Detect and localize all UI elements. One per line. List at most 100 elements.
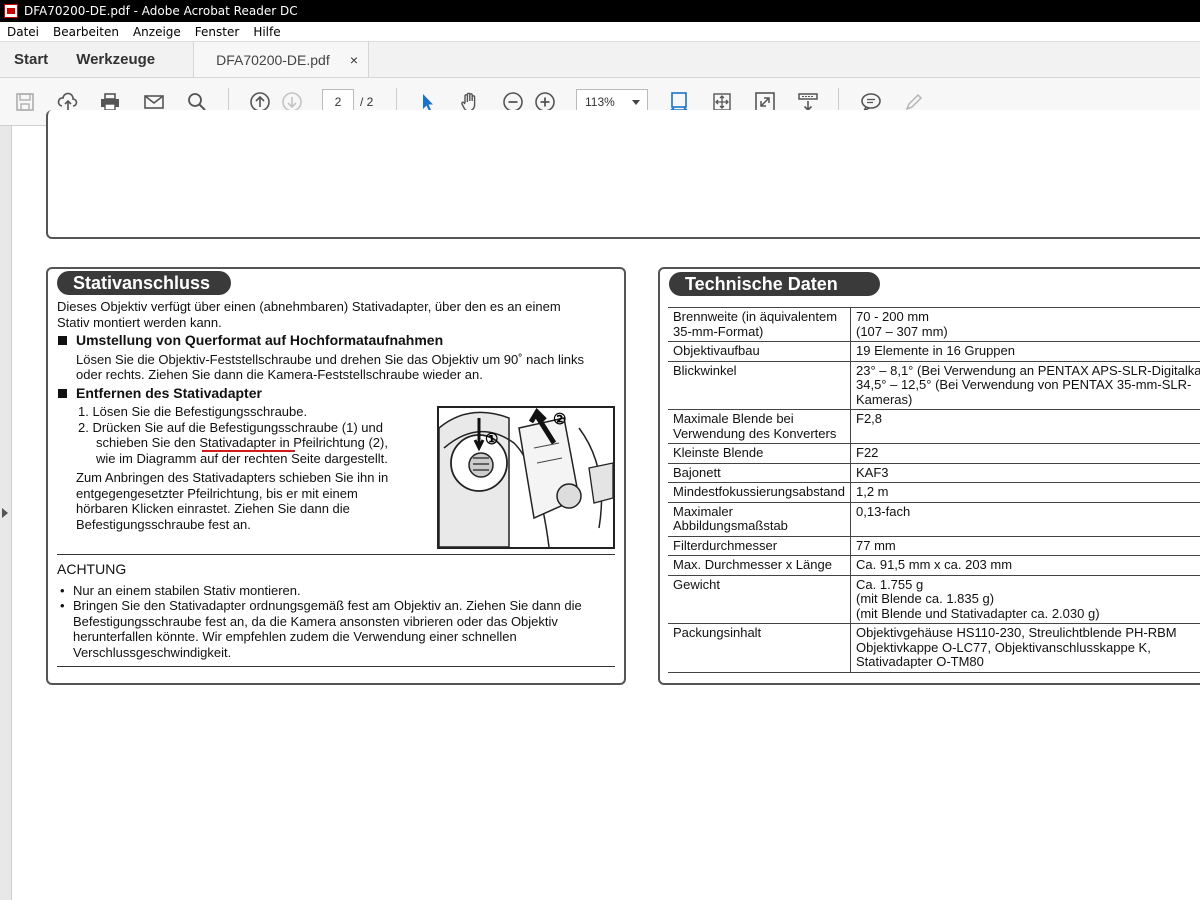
spec-value: 23° – 8,1° (Bei Verwendung an PENTAX APS… xyxy=(850,360,1200,410)
spec-row: Packungsinhalt Objektivgehäuse HS110-230,… xyxy=(668,623,1200,673)
divider xyxy=(57,666,615,667)
spec-value: 77 mm xyxy=(850,535,1200,556)
spec-value: 0,13-fach xyxy=(850,501,1200,537)
spec-row: Blickwinkel 23° – 8,1° (Bei Verwendung an… xyxy=(668,360,1200,410)
spec-value-line: 19 Elemente in 16 Gruppen xyxy=(856,343,1015,358)
warning-bullet-dot: • xyxy=(60,598,65,613)
attach-line-2: entgegengesetzter Pfeilrichtung, bis er … xyxy=(76,486,358,501)
tab-document[interactable]: DFA70200-DE.pdf × xyxy=(193,42,370,77)
spec-value: Ca. 1.755 g (mit Blende ca. 1.835 g) (mit … xyxy=(850,574,1200,624)
attach-line-4: Befestigungsschraube fest an. xyxy=(76,517,251,532)
attach-line-3: hörbaren Klicken einrastet. Ziehen Sie d… xyxy=(76,501,350,516)
spec-row: Bajonett KAF3 xyxy=(668,462,1200,483)
step-1: 1. Lösen Sie die Befestigungsschraube. xyxy=(78,404,308,419)
spec-value-line: KAF3 xyxy=(856,464,889,480)
menu-fenster[interactable]: Fenster xyxy=(188,25,247,39)
spec-key: Bajonett xyxy=(668,462,851,483)
spec-key-line: Mindestfokussierungsabstand xyxy=(673,484,845,499)
spec-key-line: Packungsinhalt xyxy=(673,625,762,640)
stativanschluss-heading: Stativanschluss xyxy=(57,271,231,295)
spec-key: Brennweite (in äquivalentem 35-mm-Format) xyxy=(668,307,851,342)
spec-value: Objektivgehäuse HS110-230, Streulichtble… xyxy=(850,623,1200,673)
lens-illustration xyxy=(438,407,614,548)
spec-key-line: Filterdurchmesser xyxy=(673,537,778,553)
page-count: / 2 xyxy=(360,95,374,109)
spec-value: F2,8 xyxy=(850,409,1200,444)
spec-value-line: (mit Blende und Stativadapter ca. 2.030 … xyxy=(856,605,1100,621)
menu-bearbeiten[interactable]: Bearbeiten xyxy=(46,25,126,39)
spec-key-line: Objektivaufbau xyxy=(673,343,760,358)
warning-2-line-3: herunterfallen könnte. Wir empfehlen zud… xyxy=(73,629,517,644)
step-2-line-3: wie im Diagramm auf der rechten Seite da… xyxy=(96,451,388,466)
spec-value: 19 Elemente in 16 Gruppen xyxy=(850,341,1200,362)
spec-key-line: 35-mm-Format) xyxy=(673,323,764,339)
expand-panel-icon[interactable] xyxy=(2,508,8,518)
spec-key: Packungsinhalt xyxy=(668,623,851,673)
tab-start[interactable]: Start xyxy=(0,42,62,77)
spec-key-line: Verwendung des Konverters xyxy=(673,425,837,441)
spec-key: Gewicht xyxy=(668,574,851,624)
spec-value-line: Ca. 91,5 mm x ca. 203 mm xyxy=(856,557,1013,572)
spec-value-line: 23° – 8,1° (Bei Verwendung an PENTAX APS… xyxy=(856,362,1200,378)
warning-2-line-1: Bringen Sie den Stativadapter ordnungsge… xyxy=(73,598,582,613)
section-remove-title: Entfernen des Stativadapter xyxy=(76,385,262,401)
tab-bar: Start Werkzeuge DFA70200-DE.pdf × xyxy=(0,42,1200,78)
diagram-label-1: ① xyxy=(485,431,499,448)
diagram-label-2: ② xyxy=(553,411,567,428)
red-underline-annotation[interactable] xyxy=(202,450,295,452)
spec-value: F22 xyxy=(850,443,1200,464)
spec-value-line: Objektivgehäuse HS110-230, Streulichtble… xyxy=(856,625,1177,640)
section-portrait-title: Umstellung von Querformat auf Hochformat… xyxy=(76,332,444,348)
spec-row: Gewicht Ca. 1.755 g (mit Blende ca. 1.835 … xyxy=(668,574,1200,624)
spec-key: Maximaler Abbildungsmaßstab xyxy=(668,501,851,537)
spec-value: 1,2 m xyxy=(850,482,1200,503)
left-panel-toggle[interactable] xyxy=(0,126,12,900)
tab-werkzeuge[interactable]: Werkzeuge xyxy=(62,42,169,77)
step-2-line-1: 2. Drücken Sie auf die Befestigungsschra… xyxy=(78,420,383,435)
warning-bullet-dot: • xyxy=(60,583,65,598)
spec-key: Kleinste Blende xyxy=(668,443,851,464)
menu-bar: Datei Bearbeiten Anzeige Fenster Hilfe xyxy=(0,22,1200,42)
spec-value-line: F2,8 xyxy=(856,411,883,426)
warning-title: ACHTUNG xyxy=(57,561,127,577)
technische-daten-heading: Technische Daten xyxy=(669,272,880,296)
specifications-table: Brennweite (in äquivalentem 35-mm-Format)… xyxy=(668,307,1200,673)
menu-datei[interactable]: Datei xyxy=(0,25,46,39)
spec-key: Objektivaufbau xyxy=(668,341,851,362)
spec-row: Filterdurchmesser 77 mm xyxy=(668,535,1200,556)
window-titlebar: DFA70200-DE.pdf - Adobe Acrobat Reader D… xyxy=(0,0,1200,22)
spec-value: 70 - 200 mm (107 – 307 mm) xyxy=(850,307,1200,342)
spec-key-line: Maximaler xyxy=(673,503,733,519)
spec-key: Filterdurchmesser xyxy=(668,535,851,556)
save-icon[interactable] xyxy=(13,90,37,114)
spec-row: Maximale Blende bei Verwendung des Konver… xyxy=(668,409,1200,444)
spec-value-line: Objektivkappe O-LC77, Objektivanschlussk… xyxy=(856,639,1151,655)
spec-key: Blickwinkel xyxy=(668,360,851,410)
spec-row: Objektivaufbau 19 Elemente in 16 Gruppen xyxy=(668,341,1200,362)
tripod-adapter-diagram: ① ② xyxy=(437,406,615,549)
menu-anzeige[interactable]: Anzeige xyxy=(126,25,188,39)
spec-value: KAF3 xyxy=(850,462,1200,483)
spec-key-line: Bajonett xyxy=(673,464,721,480)
spec-value-line: 34,5° – 12,5° (Bei Verwendung von PENTAX… xyxy=(856,377,1192,392)
menu-hilfe[interactable]: Hilfe xyxy=(246,25,287,39)
section-portrait-line-1: Lösen Sie die Objektiv-Feststellschraube… xyxy=(76,352,584,367)
spec-key-line: Kleinste Blende xyxy=(673,445,764,460)
warning-2-line-2: Befestigungsschraube fest an, da die Kam… xyxy=(73,614,558,629)
acrobat-app-icon xyxy=(4,4,18,18)
spec-key-line: Abbildungsmaßstab xyxy=(673,518,788,533)
intro-line-1: Dieses Objektiv verfügt über einen (abne… xyxy=(57,299,561,314)
spec-value-line: (107 – 307 mm) xyxy=(856,323,948,339)
intro-line-2: Stativ montiert werden kann. xyxy=(57,315,222,330)
spec-row: Maximaler Abbildungsmaßstab 0,13-fach xyxy=(668,501,1200,537)
spec-value: Ca. 91,5 mm x ca. 203 mm xyxy=(850,555,1200,576)
warning-1: Nur an einem stabilen Stativ montieren. xyxy=(73,583,301,598)
spec-value-line: Kameras) xyxy=(856,391,913,407)
spec-key-line: Brennweite (in äquivalentem xyxy=(673,309,838,324)
spec-value-line: 0,13-fach xyxy=(856,503,911,519)
tab-close-icon[interactable]: × xyxy=(350,52,358,68)
spec-key-line: Blickwinkel xyxy=(673,362,737,378)
divider xyxy=(57,554,615,555)
section-portrait-line-2: oder rechts. Ziehen Sie dann die Kamera-… xyxy=(76,367,483,382)
spec-key-line: Maximale Blende bei xyxy=(673,411,794,426)
